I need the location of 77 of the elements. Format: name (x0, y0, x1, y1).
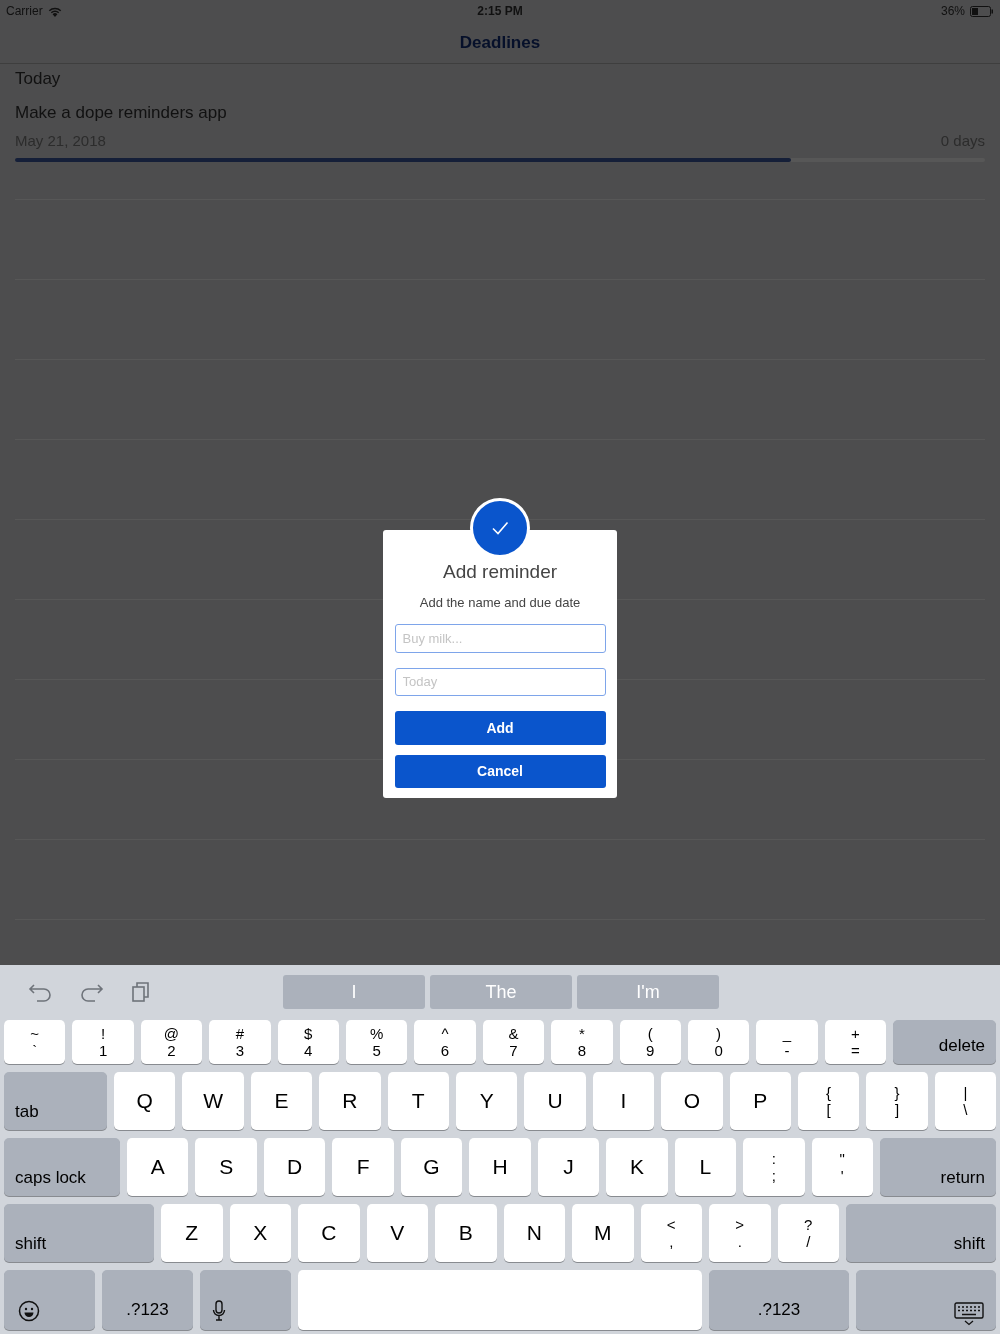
key[interactable]: { [ (797, 1072, 860, 1130)
keyboard-icon (954, 1302, 984, 1326)
add-button[interactable]: Add (394, 711, 606, 745)
key[interactable]: G (400, 1138, 463, 1196)
key[interactable]: A (127, 1138, 189, 1196)
battery-percent: 36% (940, 4, 965, 18)
key[interactable]: $ 4 (277, 1020, 339, 1064)
key[interactable]: % 5 (345, 1020, 408, 1064)
shift-key[interactable]: shift (846, 1204, 996, 1262)
tab-key[interactable]: tab (4, 1072, 107, 1130)
key[interactable]: ? / (777, 1204, 839, 1262)
key[interactable]: U (524, 1072, 586, 1130)
cancel-button[interactable]: Cancel (394, 754, 606, 788)
key[interactable]: N (503, 1204, 565, 1262)
key[interactable]: } ] (866, 1072, 928, 1130)
key[interactable]: Z (161, 1204, 223, 1262)
key[interactable]: W (182, 1072, 244, 1130)
key[interactable]: O (661, 1072, 723, 1130)
key[interactable]: L (674, 1138, 737, 1196)
numbers-key[interactable]: .?123 (102, 1270, 193, 1330)
key[interactable]: E (250, 1072, 313, 1130)
microphone-key[interactable] (200, 1270, 291, 1330)
time-label: 2:15 PM (477, 4, 523, 18)
key[interactable]: F (332, 1138, 394, 1196)
key[interactable]: ( 9 (619, 1020, 681, 1064)
key[interactable]: Q (114, 1072, 176, 1130)
key[interactable]: Y (455, 1072, 518, 1130)
key[interactable]: | \ (934, 1072, 997, 1130)
key[interactable]: J (537, 1138, 600, 1196)
battery-icon (970, 5, 994, 17)
keyboard-hide-key[interactable] (856, 1270, 996, 1330)
return-key[interactable]: return (880, 1138, 996, 1196)
key[interactable]: + = (824, 1020, 887, 1064)
delete-key[interactable]: delete (893, 1020, 997, 1064)
key[interactable]: # 3 (209, 1020, 271, 1064)
input-field[interactable]: Today (394, 667, 606, 697)
wifi-icon (47, 5, 62, 17)
key[interactable]: " ' (811, 1138, 873, 1196)
numbers-key[interactable]: .?123 (709, 1270, 849, 1330)
key[interactable]: ) 0 (687, 1020, 750, 1064)
key[interactable]: H (469, 1138, 531, 1196)
screen-title: Deadlines (459, 32, 541, 53)
key[interactable]: X (229, 1204, 291, 1262)
key[interactable]: K (606, 1138, 668, 1196)
key[interactable]: * 8 (551, 1020, 613, 1064)
dialog-title: Add reminder (442, 561, 558, 583)
key[interactable]: C (298, 1204, 360, 1262)
key[interactable]: B (435, 1204, 497, 1262)
key[interactable]: ~ ` (4, 1020, 66, 1064)
smiley-icon (18, 1300, 40, 1322)
key[interactable]: S (195, 1138, 257, 1196)
shift-key[interactable]: shift (4, 1204, 154, 1262)
key[interactable]: T (387, 1072, 449, 1130)
key[interactable]: @ 2 (140, 1020, 203, 1064)
key[interactable]: : ; (743, 1138, 805, 1196)
undo-icon[interactable] (28, 982, 52, 1002)
dialog-message: Add the name and due date (419, 595, 581, 610)
key[interactable]: I (592, 1072, 655, 1130)
redo-icon[interactable] (80, 982, 104, 1002)
key[interactable]: > . (709, 1204, 771, 1262)
key[interactable]: D (263, 1138, 326, 1196)
key[interactable]: _ - (756, 1020, 818, 1064)
reminder-title: Make a dope reminders app (15, 103, 228, 123)
key[interactable]: ! 1 (72, 1020, 134, 1064)
key[interactable]: & 7 (482, 1020, 545, 1064)
section-header: Today (15, 68, 62, 90)
key[interactable]: R (319, 1072, 381, 1130)
key[interactable]: M (572, 1204, 634, 1262)
carrier-label: Carrier (6, 4, 43, 18)
key[interactable]: ^ 6 (414, 1020, 476, 1064)
key[interactable]: < , (640, 1204, 702, 1262)
microphone-icon (212, 1300, 226, 1322)
key[interactable]: P (729, 1072, 791, 1130)
caps-lock-key[interactable]: caps lock (4, 1138, 120, 1196)
key[interactable]: V (366, 1204, 428, 1262)
emoji-key[interactable] (4, 1270, 95, 1330)
input-field[interactable]: Buy milk... (394, 624, 606, 653)
